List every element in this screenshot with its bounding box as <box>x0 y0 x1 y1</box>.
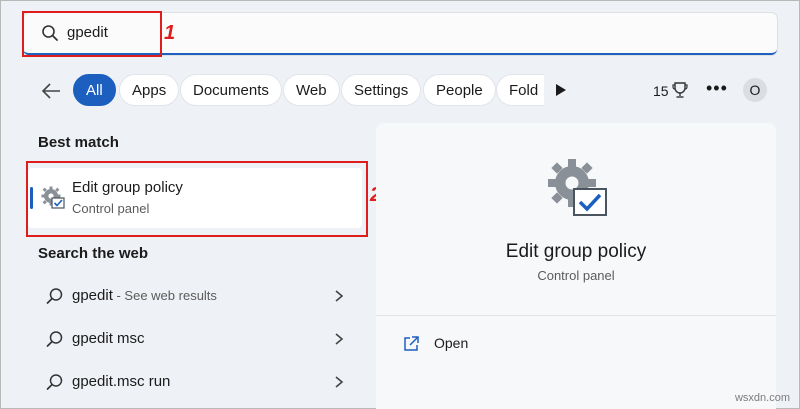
search-icon <box>46 331 63 347</box>
filter-all[interactable]: All <box>73 74 116 106</box>
trophy-icon[interactable] <box>672 81 688 99</box>
filter-apps[interactable]: Apps <box>119 74 180 106</box>
search-icon <box>46 374 63 390</box>
filter-documents[interactable]: Documents <box>180 74 282 106</box>
web-result-1[interactable]: gpedit - See web results <box>28 276 362 316</box>
more-options-icon[interactable]: ••• <box>706 78 728 99</box>
filter-web[interactable]: Web <box>283 74 340 106</box>
callout-box-2 <box>26 161 368 237</box>
group-policy-icon <box>548 159 607 216</box>
detail-subtitle: Control panel <box>537 268 615 283</box>
best-match-heading: Best match <box>38 134 119 151</box>
scroll-filters-icon[interactable] <box>556 84 566 96</box>
filter-folders[interactable]: Fold <box>496 74 544 106</box>
web-result-query: gpedit msc <box>72 330 145 347</box>
avatar[interactable]: O <box>743 78 767 102</box>
web-result-suffix: - See web results <box>112 288 217 303</box>
web-result-query: gpedit <box>72 287 113 304</box>
open-label: Open <box>434 335 469 351</box>
filter-settings[interactable]: Settings <box>341 74 422 106</box>
back-arrow-icon[interactable] <box>40 80 62 102</box>
filter-people[interactable]: People <box>423 74 496 106</box>
chevron-right-icon <box>335 376 344 388</box>
rewards-points[interactable]: 15 <box>653 83 669 99</box>
detail-pane: Edit group policy Control panel Open <box>376 123 776 409</box>
callout-box-1 <box>22 11 162 57</box>
open-external-icon <box>404 336 419 351</box>
search-web-heading: Search the web <box>38 245 149 262</box>
web-result-3[interactable]: gpedit.msc run <box>28 362 362 402</box>
chevron-right-icon <box>335 290 344 302</box>
search-icon <box>46 288 63 304</box>
web-result-2[interactable]: gpedit msc <box>28 319 362 359</box>
callout-number-1: 1 <box>164 22 176 44</box>
detail-title: Edit group policy <box>505 241 647 262</box>
watermark: wsxdn.com <box>734 392 790 404</box>
divider <box>376 315 776 316</box>
chevron-right-icon <box>335 333 344 345</box>
web-result-query: gpedit.msc run <box>72 373 171 390</box>
